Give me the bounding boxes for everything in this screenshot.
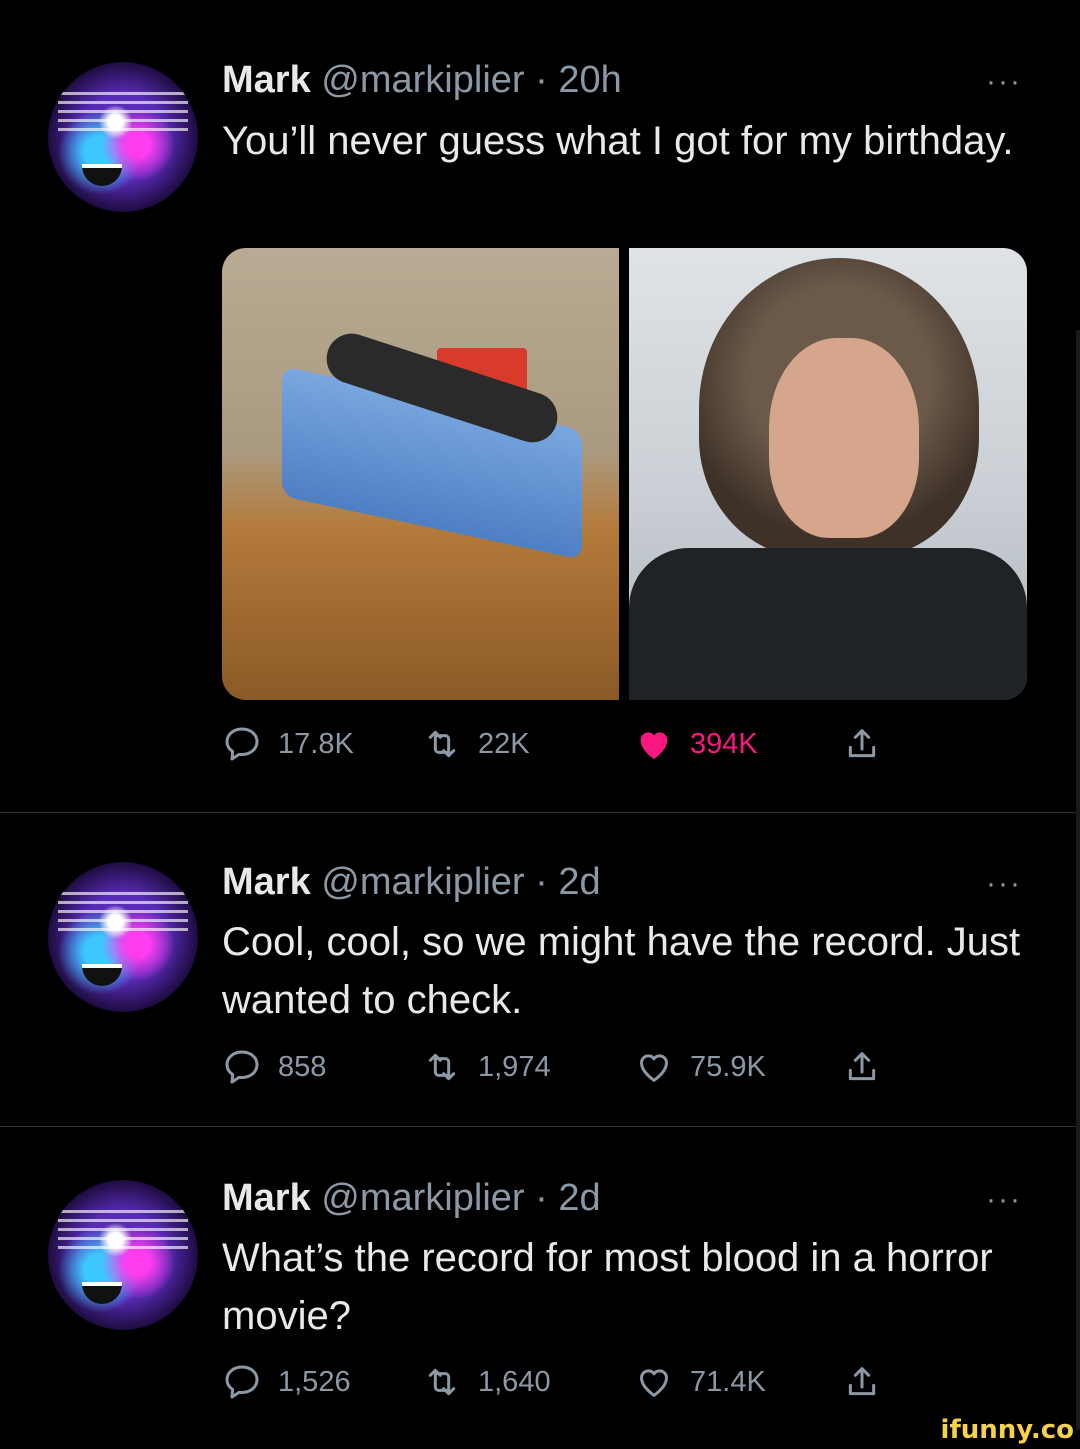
avatar-glitch-stripes bbox=[58, 1210, 188, 1250]
more-options-button[interactable]: ··· bbox=[986, 67, 1022, 97]
more-options-button[interactable]: ··· bbox=[986, 869, 1022, 899]
heart-icon bbox=[640, 1369, 668, 1397]
retweet-button[interactable]: 1,640 bbox=[422, 1362, 551, 1402]
tweet-media[interactable] bbox=[222, 248, 1027, 700]
display-name[interactable]: Mark bbox=[222, 861, 311, 903]
avatar[interactable] bbox=[48, 1180, 198, 1330]
tweet-actions: 17.8K 22K 394K bbox=[222, 724, 922, 774]
retweet-count: 1,974 bbox=[478, 1050, 551, 1083]
separator-dot: · bbox=[535, 1177, 548, 1219]
divider bbox=[0, 812, 1080, 813]
tweet-actions: 858 1,974 75.9K bbox=[222, 1047, 922, 1097]
timestamp[interactable]: 2d bbox=[558, 861, 600, 903]
reply-button[interactable]: 858 bbox=[222, 1047, 326, 1087]
avatar[interactable] bbox=[48, 862, 198, 1012]
tweet-header: Mark @markiplier · 2d bbox=[222, 1176, 601, 1220]
tweet-text: What’s the record for most blood in a ho… bbox=[222, 1236, 993, 1338]
share-upload-icon bbox=[848, 1052, 876, 1081]
tweet-actions: 1,526 1,640 71.4K bbox=[222, 1362, 922, 1412]
reply-count: 17.8K bbox=[278, 727, 354, 760]
tweet-text: Cool, cool, so we might have the record.… bbox=[222, 920, 1021, 1022]
separator-dot: · bbox=[535, 59, 548, 101]
more-options-button[interactable]: ··· bbox=[986, 1185, 1022, 1215]
selfie-photo[interactable] bbox=[629, 248, 1027, 700]
timestamp[interactable]: 20h bbox=[558, 59, 621, 101]
retweet-button[interactable]: 22K bbox=[422, 724, 530, 764]
retweet-arrows-icon bbox=[428, 1368, 456, 1396]
avatar-mouth bbox=[82, 164, 122, 186]
hospital-bed-photo[interactable] bbox=[222, 248, 619, 700]
separator-dot: · bbox=[535, 861, 548, 903]
user-handle[interactable]: @markiplier bbox=[321, 1177, 524, 1219]
share-upload-icon bbox=[848, 1367, 876, 1396]
user-handle[interactable]: @markiplier bbox=[321, 861, 524, 903]
share-button[interactable] bbox=[842, 724, 882, 764]
avatar-mouth bbox=[82, 964, 122, 986]
reply-count: 1,526 bbox=[278, 1365, 351, 1398]
divider bbox=[0, 1126, 1080, 1127]
timestamp[interactable]: 2d bbox=[558, 1177, 600, 1219]
display-name[interactable]: Mark bbox=[222, 1177, 311, 1219]
reply-button[interactable]: 1,526 bbox=[222, 1362, 351, 1402]
retweet-arrows-icon bbox=[428, 730, 456, 758]
display-name[interactable]: Mark bbox=[222, 59, 311, 101]
watermark: ifunny.co bbox=[940, 1415, 1074, 1445]
scroll-edge bbox=[1076, 330, 1080, 1430]
reply-button[interactable]: 17.8K bbox=[222, 724, 354, 764]
retweet-button[interactable]: 1,974 bbox=[422, 1047, 551, 1087]
heart-icon bbox=[640, 1054, 668, 1082]
reply-count: 858 bbox=[278, 1050, 327, 1083]
like-count: 71.4K bbox=[690, 1365, 766, 1398]
share-button[interactable] bbox=[842, 1362, 882, 1402]
tweet-header: Mark @markiplier · 20h bbox=[222, 58, 622, 102]
retweet-count: 22K bbox=[478, 727, 530, 760]
heart-icon bbox=[640, 732, 668, 759]
avatar-glitch-stripes bbox=[58, 892, 188, 932]
shirt bbox=[629, 548, 1027, 700]
like-count: 394K bbox=[690, 727, 758, 760]
like-button[interactable]: 71.4K bbox=[634, 1362, 766, 1402]
share-button[interactable] bbox=[842, 1047, 882, 1087]
avatar-glitch-stripes bbox=[58, 92, 188, 132]
like-button[interactable]: 394K bbox=[634, 724, 758, 764]
face bbox=[769, 338, 919, 538]
speech-bubble-icon bbox=[225, 1365, 259, 1399]
speech-bubble-icon bbox=[225, 1050, 259, 1084]
retweet-count: 1,640 bbox=[478, 1365, 551, 1398]
like-count: 75.9K bbox=[690, 1050, 766, 1083]
tweet-header: Mark @markiplier · 2d bbox=[222, 860, 601, 904]
avatar[interactable] bbox=[48, 62, 198, 212]
share-upload-icon bbox=[848, 729, 876, 758]
tweet-text: You’ll never guess what I got for my bir… bbox=[222, 119, 1014, 163]
avatar-mouth bbox=[82, 1282, 122, 1304]
user-handle[interactable]: @markiplier bbox=[321, 59, 524, 101]
retweet-arrows-icon bbox=[428, 1053, 456, 1081]
like-button[interactable]: 75.9K bbox=[634, 1047, 766, 1087]
speech-bubble-icon bbox=[225, 727, 259, 761]
